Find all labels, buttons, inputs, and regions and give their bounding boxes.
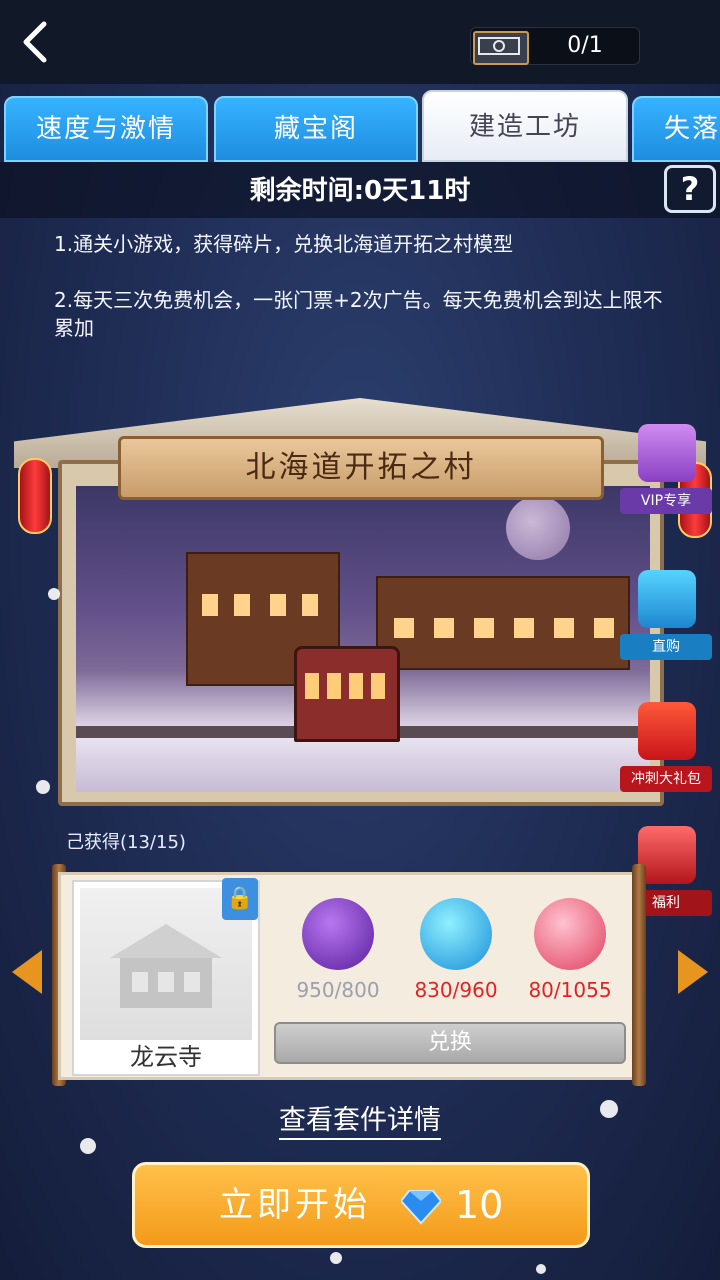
ticket-counter: 0/1 [470, 27, 640, 65]
scroll-rod-right [632, 864, 646, 1086]
resource-moon: 950/800 [278, 898, 398, 1002]
start-now-button[interactable]: 立即开始 10 [132, 1162, 590, 1248]
help-button[interactable]: ? [664, 165, 716, 213]
resource-sakura: 80/1055 [510, 898, 630, 1002]
station-building [376, 576, 630, 670]
direct-buy-button[interactable]: 直购 [620, 570, 712, 666]
rule-1: 1.通关小游戏，获得碎片，兑换北海道开拓之村模型 [54, 232, 514, 256]
ticket-count: 0/1 [567, 33, 603, 58]
ticket-icon [473, 31, 529, 65]
direct-buy-gift-icon [638, 570, 696, 628]
resource-snowflake: 830/960 [396, 898, 516, 1002]
snow-particle [80, 1138, 96, 1154]
tab-construction-workshop[interactable]: 建造工坊 [422, 90, 628, 162]
sprint-gift-pack-label: 冲刺大礼包 [620, 766, 712, 792]
tab-lost[interactable]: 失落 [632, 96, 720, 162]
resource-moon-value: 950/800 [296, 978, 380, 1002]
tab-speed-passion[interactable]: 速度与激情 [4, 96, 208, 162]
vip-gift-icon [638, 424, 696, 482]
sprint-gift-pack-button[interactable]: 冲刺大礼包 [620, 702, 712, 798]
top-bar: 0/1 [0, 0, 720, 84]
remaining-time: 剩余时间:0天11时 [249, 176, 471, 206]
tab-bar: 速度与激情 藏宝阁 建造工坊 失落 [0, 90, 720, 162]
start-now-label: 立即开始 [219, 1185, 371, 1225]
sprint-gift-icon [638, 702, 696, 760]
moon [506, 496, 570, 560]
diamond-icon [401, 1190, 441, 1225]
left-lantern [18, 458, 52, 534]
horse-tram [294, 646, 400, 742]
direct-buy-label: 直购 [620, 634, 712, 660]
stage-title: 北海道开拓之村 [118, 436, 604, 500]
start-cost: 10 [455, 1183, 504, 1227]
back-arrow-icon[interactable] [14, 18, 58, 66]
timer-bar: 剩余时间:0天11时 [0, 162, 720, 218]
obtained-count: 己获得(13/15) [66, 832, 186, 853]
village-model-image [76, 486, 650, 792]
lock-icon: 🔒 [222, 878, 258, 920]
resource-snowflake-value: 830/960 [414, 978, 498, 1002]
snowflake-icon [420, 898, 492, 970]
moon-icon [302, 898, 374, 970]
resource-sakura-value: 80/1055 [528, 978, 612, 1002]
snow-particle [36, 780, 50, 794]
snow-ground [76, 738, 650, 792]
item-name: 龙云寺 [130, 1043, 202, 1071]
tab-treasure-pavilion[interactable]: 藏宝阁 [214, 96, 418, 162]
rule-2: 2.每天三次免费机会，一张门票+2次广告。每天免费机会到达上限不累加 [54, 288, 663, 340]
welfare-gift-icon [638, 826, 696, 884]
vip-exclusive-label: VIP专享 [620, 488, 712, 514]
snow-particle [48, 588, 60, 600]
sakura-icon [534, 898, 606, 970]
exchange-button[interactable]: 兑换 [274, 1022, 626, 1064]
snow-particle [330, 1252, 342, 1264]
snow-particle [600, 1100, 618, 1118]
snow-particle [536, 1264, 546, 1274]
view-set-details-label: 查看套件详情 [279, 1105, 441, 1140]
prev-arrow-icon[interactable] [12, 950, 42, 994]
vip-exclusive-button[interactable]: VIP专享 [620, 424, 712, 520]
next-arrow-icon[interactable] [678, 950, 708, 994]
